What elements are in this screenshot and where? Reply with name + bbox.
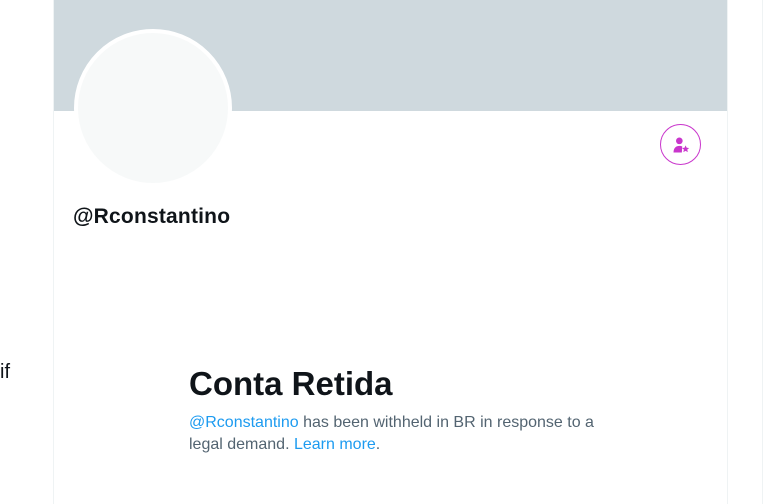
profile-column: @Rconstantino Conta Retida @Rconstantino… (53, 0, 728, 504)
subscribe-button[interactable] (660, 124, 701, 165)
profile-handle: @Rconstantino (73, 205, 231, 228)
withheld-period: . (375, 436, 381, 453)
withheld-notice: Conta Retida @Rconstantino has been with… (189, 362, 609, 456)
left-column-partial-text: if (0, 361, 10, 383)
learn-more-link[interactable]: Learn more (294, 436, 376, 453)
withheld-title: Conta Retida (189, 365, 393, 402)
handle-link[interactable]: @Rconstantino (189, 414, 299, 431)
avatar (74, 29, 232, 187)
withheld-message: @Rconstantino has been withheld in BR in… (189, 412, 609, 456)
person-star-icon (673, 137, 689, 152)
